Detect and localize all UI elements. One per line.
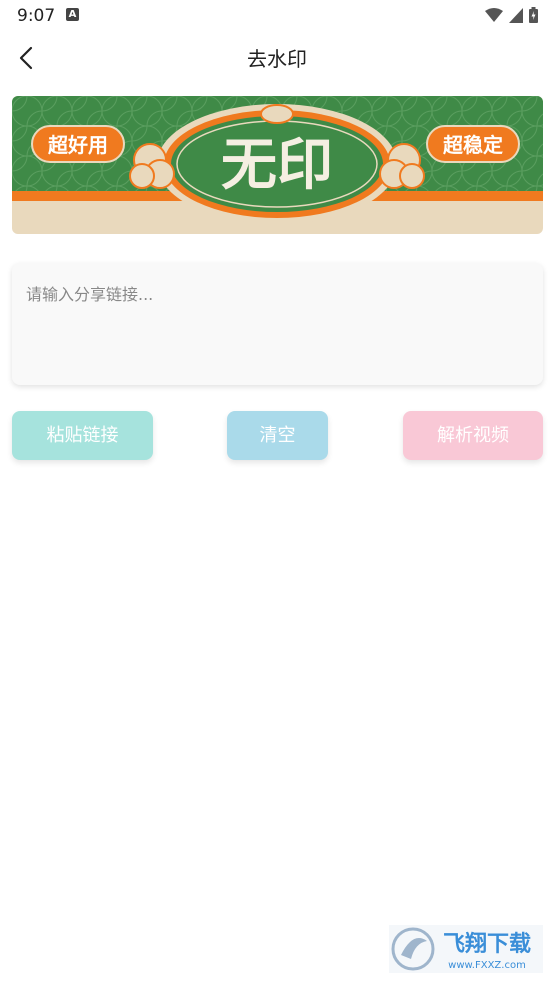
watermark-brand: 飞翔下载 (443, 931, 531, 957)
status-time: 9:07 (17, 6, 56, 26)
paste-link-button[interactable]: 粘贴链接 (12, 411, 153, 460)
link-input-card (12, 263, 543, 385)
status-bar: 9:07 A (0, 0, 554, 30)
page-title: 去水印 (247, 47, 307, 71)
watermark-url: www.FXXZ.com (448, 960, 526, 971)
clear-button[interactable]: 清空 (227, 411, 328, 460)
banner-center-text: 无印 (221, 133, 333, 198)
banner-left-tag: 超好用 (47, 133, 108, 157)
wifi-icon (485, 7, 503, 22)
signal-icon (509, 7, 523, 23)
share-link-input[interactable] (12, 263, 543, 385)
banner: 超好用 超稳定 无印 (12, 96, 543, 234)
watermark-logo: 飞翔下载 www.FXXZ.com (389, 925, 543, 973)
banner-right-tag: 超稳定 (442, 133, 503, 157)
notification-icon: A (66, 8, 79, 21)
battery-icon (529, 7, 538, 23)
banner-art: 超好用 超稳定 无印 (12, 96, 543, 234)
system-icons (485, 6, 538, 24)
app-bar: 去水印 (0, 30, 554, 86)
parse-video-button[interactable]: 解析视频 (403, 411, 543, 460)
